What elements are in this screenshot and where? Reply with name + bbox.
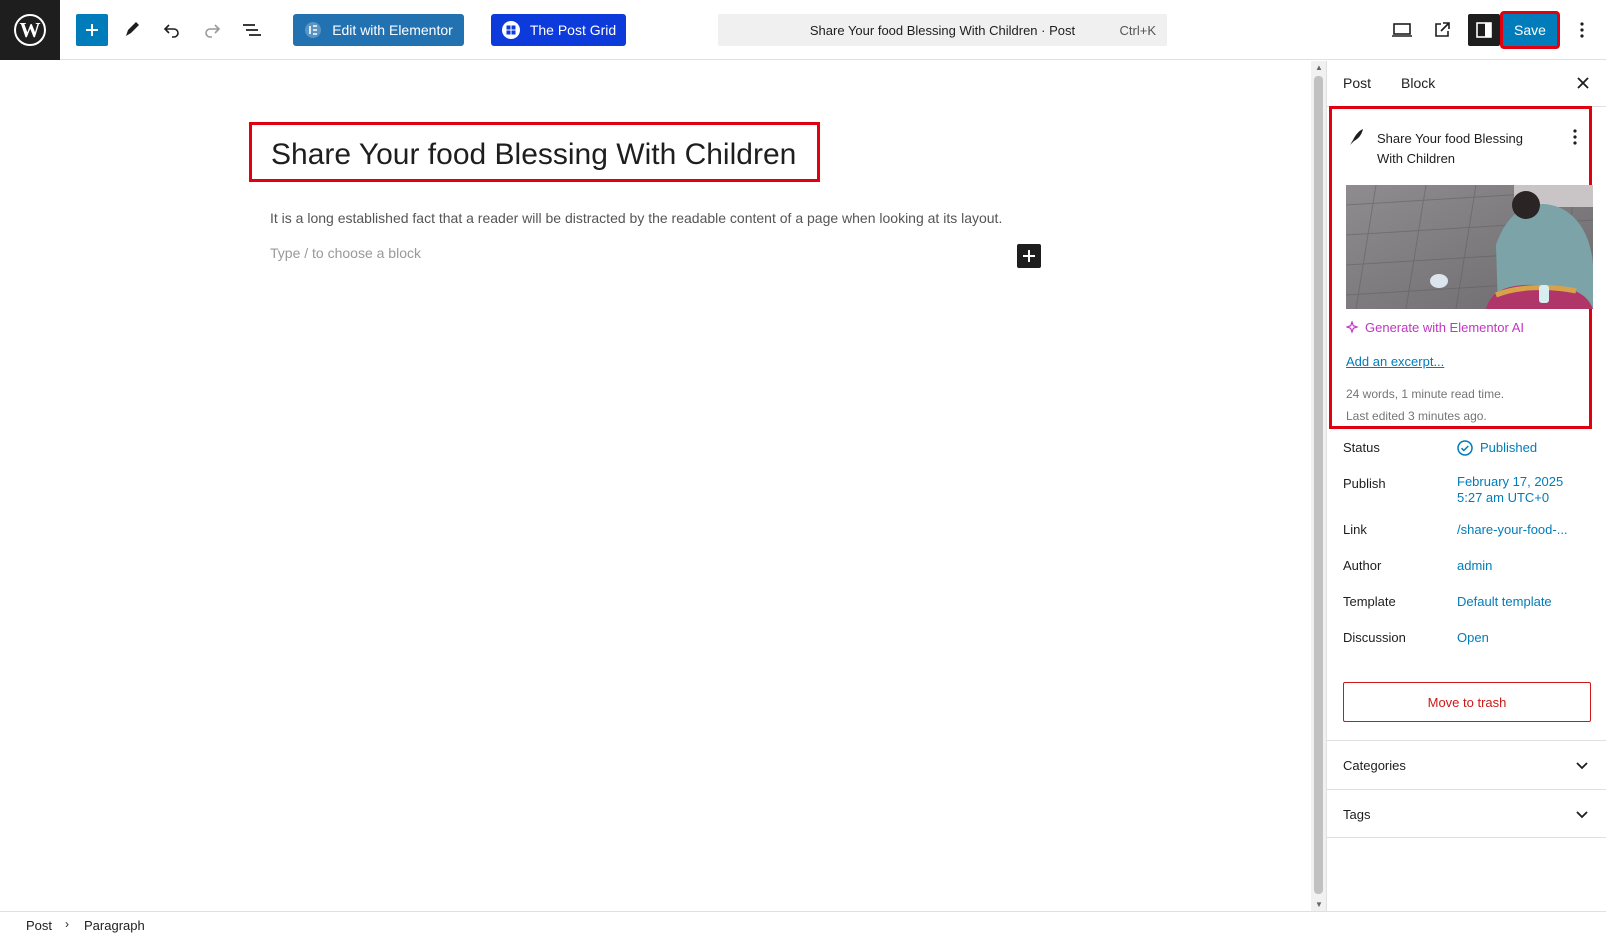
document-overview-button[interactable] <box>236 14 268 46</box>
add-excerpt-link[interactable]: Add an excerpt... <box>1346 354 1444 369</box>
publish-label: Publish <box>1343 476 1386 491</box>
published-check-icon <box>1457 440 1473 456</box>
discussion-label: Discussion <box>1343 630 1406 645</box>
redo-button[interactable] <box>196 14 228 46</box>
post-feather-icon <box>1347 127 1365 152</box>
link-label: Link <box>1343 522 1367 537</box>
settings-sidebar: Post Block Share Your food Blessing With… <box>1326 61 1606 911</box>
external-link-icon <box>1435 22 1450 37</box>
status-value[interactable]: Published <box>1457 440 1537 456</box>
breadcrumb-paragraph[interactable]: Paragraph <box>84 918 145 933</box>
sidebar-icon <box>1476 22 1492 38</box>
command-palette-bar[interactable]: Share Your food Blessing With Children ·… <box>718 14 1167 46</box>
summary-post-title: Share Your food Blessing With Children <box>1377 131 1523 166</box>
categories-panel[interactable]: Categories <box>1327 740 1606 789</box>
tools-button[interactable] <box>116 14 148 46</box>
template-label: Template <box>1343 594 1396 609</box>
summary-actions-button[interactable] <box>1567 127 1583 147</box>
discussion-value[interactable]: Open <box>1457 630 1489 646</box>
status-value-text: Published <box>1480 440 1538 455</box>
save-button[interactable]: Save <box>1500 11 1560 49</box>
breadcrumb-post[interactable]: Post <box>26 918 52 933</box>
tags-label: Tags <box>1343 807 1371 822</box>
undo-icon <box>163 24 179 38</box>
last-edited: Last edited 3 minutes ago. <box>1346 409 1487 423</box>
redo-icon <box>205 24 221 38</box>
scroll-thumb[interactable] <box>1314 76 1323 894</box>
empty-block-placeholder[interactable]: Type / to choose a block <box>270 245 421 261</box>
tab-post[interactable]: Post <box>1343 75 1371 91</box>
view-post-button[interactable] <box>1426 14 1458 46</box>
status-label: Status <box>1343 440 1380 455</box>
wordpress-icon: W <box>14 14 46 46</box>
editor-toolbar: W Edit with Elementor The Post Grid Shar… <box>0 0 1606 60</box>
chevron-down-icon <box>1575 807 1589 824</box>
block-breadcrumb: Post › Paragraph <box>0 911 1606 936</box>
tab-block[interactable]: Block <box>1401 75 1435 91</box>
move-to-trash-button[interactable]: Move to trash <box>1343 682 1591 722</box>
plus-icon <box>1023 250 1035 262</box>
paragraph-block[interactable]: It is a long established fact that a rea… <box>270 210 1002 226</box>
canvas-scrollbar[interactable]: ▲ ▼ <box>1311 61 1326 911</box>
settings-toggle-button[interactable] <box>1468 14 1500 46</box>
shortcut-hint: Ctrl+K <box>1119 23 1156 38</box>
more-vertical-icon <box>1580 22 1584 38</box>
chevron-down-icon <box>1575 758 1589 775</box>
editor-canvas: Share Your food Blessing With Children I… <box>0 61 1311 911</box>
post-grid-label: The Post Grid <box>529 22 617 38</box>
desktop-icon <box>1392 23 1412 37</box>
elementor-label: Edit with Elementor <box>332 22 453 38</box>
author-value[interactable]: admin <box>1457 558 1492 574</box>
post-title-field[interactable]: Share Your food Blessing With Children <box>249 122 820 182</box>
generate-ai-button[interactable]: Generate with Elementor AI <box>1346 320 1524 335</box>
pencil-icon <box>126 22 139 36</box>
featured-image[interactable] <box>1346 185 1593 309</box>
tags-panel[interactable]: Tags <box>1327 789 1606 838</box>
svg-text:W: W <box>20 18 41 42</box>
close-settings-button[interactable] <box>1573 73 1593 93</box>
post-grid-icon <box>501 21 520 39</box>
preview-button[interactable] <box>1386 14 1418 46</box>
chevron-right-icon: › <box>65 917 69 931</box>
scroll-down-arrow[interactable]: ▼ <box>1315 900 1323 909</box>
link-value[interactable]: /share-your-food-... <box>1457 522 1568 538</box>
categories-label: Categories <box>1343 758 1406 773</box>
publish-date: February 17, 2025 <box>1457 474 1564 489</box>
template-value[interactable]: Default template <box>1457 594 1552 610</box>
publish-time: 5:27 am UTC+0 <box>1457 490 1550 505</box>
more-vertical-icon <box>1573 129 1577 145</box>
sparkle-icon <box>1346 321 1359 334</box>
author-label: Author <box>1343 558 1382 573</box>
sidebar-tabs: Post Block <box>1327 61 1606 107</box>
close-icon <box>1577 77 1589 89</box>
scroll-up-arrow[interactable]: ▲ <box>1315 63 1323 72</box>
options-button[interactable] <box>1566 14 1598 46</box>
post-summary-card: Share Your food Blessing With Children G… <box>1329 106 1593 429</box>
elementor-icon <box>305 22 322 38</box>
post-grid-button[interactable]: The Post Grid <box>491 14 626 46</box>
inline-inserter-button[interactable] <box>1017 244 1041 268</box>
plus-icon <box>86 24 98 36</box>
document-title: Share Your food Blessing With Children ·… <box>809 23 1076 38</box>
edit-with-elementor-button[interactable]: Edit with Elementor <box>293 14 464 46</box>
undo-button[interactable] <box>156 14 188 46</box>
block-inserter-button[interactable] <box>76 14 108 46</box>
publish-date-button[interactable]: February 17, 2025 5:27 am UTC+0 <box>1457 474 1563 506</box>
generate-ai-label: Generate with Elementor AI <box>1365 320 1524 335</box>
list-view-icon <box>243 24 261 36</box>
word-count: 24 words, 1 minute read time. <box>1346 387 1505 401</box>
wordpress-logo-button[interactable]: W <box>0 0 60 60</box>
